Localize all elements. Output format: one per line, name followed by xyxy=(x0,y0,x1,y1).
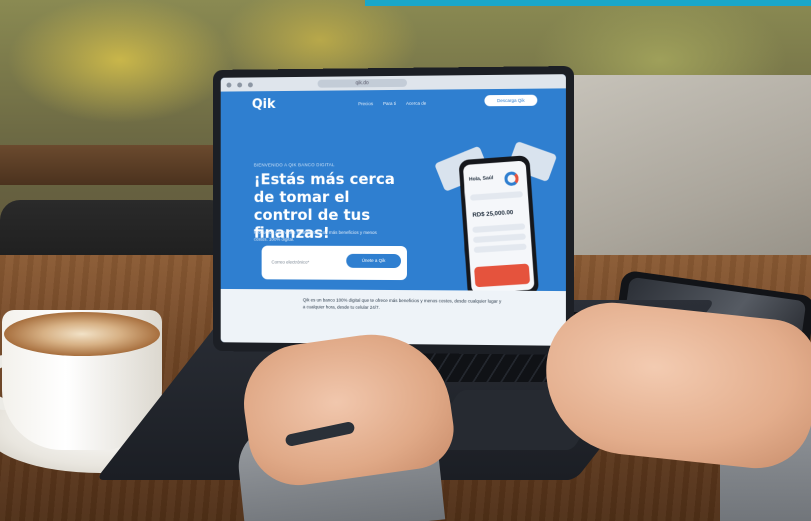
phone-mockup: Hola, Saúl RD$ 25,000.00 xyxy=(458,155,540,299)
hero-eyebrow: BIENVENIDO A QIK BANCO DIGITAL xyxy=(253,162,335,168)
phone-row xyxy=(472,223,526,233)
browser-toolbar: qik.do xyxy=(220,74,566,92)
cafe-scene: qik.do Qik Precios Para ti Acerca de Des… xyxy=(0,0,811,521)
email-field[interactable]: Correo electrónico* xyxy=(271,260,309,265)
signup-form: Correo electrónico* Únete a Qik xyxy=(261,245,407,281)
download-button[interactable]: Descarga Qik xyxy=(484,94,538,107)
phone-row xyxy=(473,243,527,254)
laptop-screen: qik.do Qik Precios Para ti Acerca de Des… xyxy=(220,74,566,346)
phone-row xyxy=(469,191,524,201)
qik-logo[interactable]: Qik xyxy=(252,97,276,112)
background-table xyxy=(0,145,215,185)
nav-link-precios[interactable]: Precios xyxy=(358,101,373,106)
back-icon[interactable] xyxy=(237,82,243,87)
laptop-lid: qik.do Qik Precios Para ti Acerca de Des… xyxy=(212,65,575,356)
join-button[interactable]: Únete a Qik xyxy=(346,253,401,269)
phone-mockup-screen: Hola, Saúl RD$ 25,000.00 xyxy=(462,160,535,294)
latte-art xyxy=(4,312,160,356)
sidebar-toggle-icon[interactable] xyxy=(226,82,232,88)
address-bar[interactable]: qik.do xyxy=(317,78,407,88)
site-nav: Precios Para ti Acerca de xyxy=(358,101,426,107)
nav-link-acerca[interactable]: Acerca de xyxy=(406,101,426,106)
phone-balance: RD$ 25,000.00 xyxy=(472,209,514,219)
balance-ring-icon xyxy=(503,171,520,187)
nav-link-para-ti[interactable]: Para ti xyxy=(383,101,396,106)
phone-row xyxy=(472,233,526,243)
top-accent-band xyxy=(365,0,811,6)
hero-subtext: Productos y servicios financieros, con m… xyxy=(253,229,377,242)
footer-text: Qik es un banco 100% digital que te ofre… xyxy=(302,297,502,310)
phone-greeting: Hola, Saúl xyxy=(468,174,494,183)
phone-promo-banner xyxy=(474,263,531,288)
forward-icon[interactable] xyxy=(247,81,253,87)
